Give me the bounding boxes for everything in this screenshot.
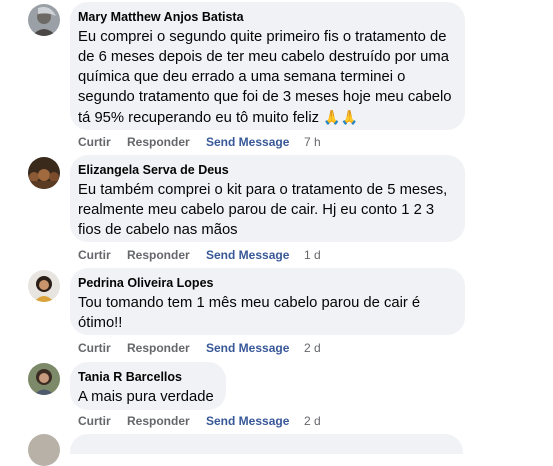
comment-author[interactable]: Elizangela Serva de Deus — [78, 162, 456, 178]
comment-text: Eu também comprei o kit para o tratament… — [78, 182, 448, 238]
avatar[interactable] — [28, 157, 60, 189]
send-message-button[interactable]: Send Message — [206, 247, 289, 263]
comment-author[interactable]: Tania R Barcellos — [78, 369, 217, 385]
comment-bubble — [70, 434, 463, 454]
send-message-button[interactable]: Send Message — [206, 340, 289, 356]
send-message-button[interactable]: Send Message — [206, 413, 289, 429]
comment-bubble: Tania R Barcellos A mais pura verdade — [70, 362, 226, 410]
send-message-button[interactable]: Send Message — [206, 134, 289, 150]
like-button[interactable]: Curtir — [78, 134, 111, 150]
avatar[interactable] — [28, 363, 60, 395]
comment-text: Tou tomando tem 1 mês meu cabelo parou d… — [78, 295, 421, 331]
comment-timestamp[interactable]: 7 h — [304, 134, 321, 150]
avatar[interactable] — [28, 4, 60, 36]
comment-text: Eu comprei o segundo quite primeiro fis … — [78, 27, 456, 128]
comment-bubble: Pedrina Oliveira Lopes Tou tomando tem 1… — [70, 268, 465, 335]
comment-bubble: Mary Matthew Anjos Batista Eu comprei o … — [70, 2, 465, 130]
comment-author[interactable]: Mary Matthew Anjos Batista — [78, 9, 456, 25]
pray-emoji-icon: 🙏🙏 — [323, 109, 359, 125]
comment-author[interactable]: Pedrina Oliveira Lopes — [78, 275, 456, 291]
comment-timestamp[interactable]: 1 d — [304, 247, 321, 263]
avatar[interactable] — [28, 270, 60, 302]
reply-button[interactable]: Responder — [127, 134, 190, 150]
comment-text: A mais pura verdade — [78, 389, 214, 405]
comment-body: Eu comprei o segundo quite primeiro fis … — [78, 29, 452, 126]
reply-button[interactable]: Responder — [127, 247, 190, 263]
like-button[interactable]: Curtir — [78, 340, 111, 356]
reply-button[interactable]: Responder — [127, 340, 190, 356]
comment-timestamp[interactable]: 2 d — [304, 340, 321, 356]
reply-button[interactable]: Responder — [127, 413, 190, 429]
like-button[interactable]: Curtir — [78, 413, 111, 429]
comment-timestamp[interactable]: 2 d — [304, 413, 321, 429]
comment-bubble: Elizangela Serva de Deus Eu também compr… — [70, 155, 465, 242]
avatar[interactable] — [28, 434, 60, 466]
like-button[interactable]: Curtir — [78, 247, 111, 263]
